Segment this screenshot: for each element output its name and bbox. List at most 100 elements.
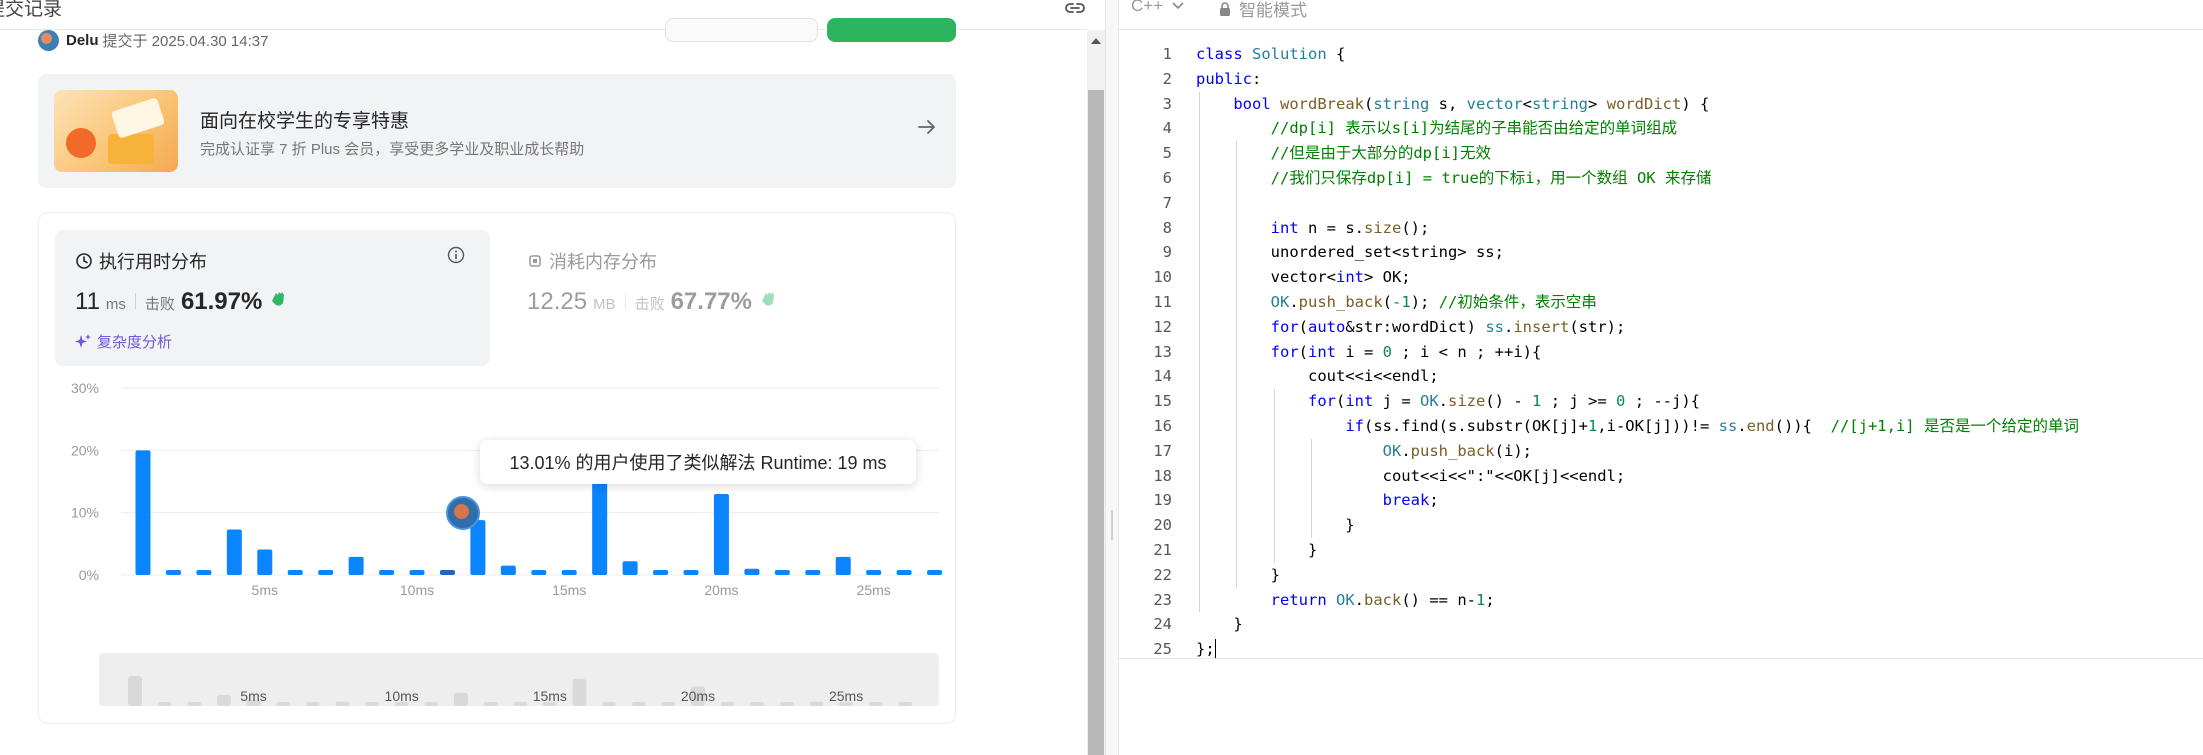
runtime-distribution-chart[interactable]: 0% 10% 20% 30% 5ms 10ms 15ms 20ms 25ms [39, 378, 957, 638]
memory-card[interactable]: 消耗内存分布 12.25 MB 击败 67.77% [527, 230, 927, 366]
editor-toolbar: C++ 智能模式 [1119, 0, 2203, 30]
code-line[interactable]: 8 int n = s.size(); [1119, 216, 2203, 241]
scrollbar-thumb[interactable] [1088, 90, 1104, 755]
chart-range-navigator[interactable]: 5ms 10ms 15ms 20ms 25ms [99, 653, 939, 706]
complexity-label: 复杂度分析 [97, 334, 173, 351]
bar-7ms[interactable] [318, 570, 334, 575]
bar-13ms[interactable] [500, 565, 516, 575]
code-line[interactable]: 15 for(int j = OK.size() - 1 ; j >= 0 ; … [1119, 389, 2203, 414]
code-line[interactable]: 21 } [1119, 538, 2203, 563]
submission-author: Delu 提交于 2025.04.30 14:37 [38, 29, 268, 51]
bar-4ms[interactable] [226, 529, 242, 575]
bar-11ms[interactable] [439, 570, 455, 575]
header-secondary-button[interactable] [665, 18, 818, 42]
code-line[interactable]: 11 OK.push_back(-1); //初始条件，表示空串 [1119, 290, 2203, 315]
indent-guide [1273, 389, 1275, 563]
bar-3ms[interactable] [196, 570, 212, 575]
code-line[interactable]: 14 cout<<i<<endl; [1119, 364, 2203, 389]
code-line[interactable]: 18 cout<<i<<":"<<OK[j]<<endl; [1119, 464, 2203, 489]
runtime-beat-label: 击败 [144, 296, 175, 313]
sparkle-icon [75, 333, 91, 350]
code-line[interactable]: 4 //dp[i] 表示以s[i]为结尾的子串能否由给定的单词组成 [1119, 116, 2203, 141]
header-primary-button[interactable] [827, 18, 956, 42]
line-number: 1 [1162, 45, 1172, 63]
language-selector[interactable]: C++ [1131, 0, 1185, 16]
bar-14ms[interactable] [531, 570, 547, 575]
bar-27ms[interactable] [927, 570, 943, 575]
minimap-bar [365, 702, 380, 706]
code-line[interactable]: 20 } [1119, 513, 2203, 538]
bar-9ms[interactable] [379, 570, 395, 575]
y-tick-label: 0% [79, 567, 99, 583]
clock-icon [75, 252, 93, 270]
runtime-title: 执行用时分布 [99, 252, 207, 272]
complexity-analysis-link[interactable]: 复杂度分析 [75, 331, 172, 352]
bar-8ms[interactable] [348, 556, 364, 575]
bar-19ms[interactable] [683, 570, 699, 575]
bar-26ms[interactable] [896, 570, 912, 575]
minimap-bar [750, 702, 765, 706]
bar-5ms[interactable] [257, 549, 273, 575]
minimap-bar [483, 702, 498, 706]
author-name[interactable]: Delu [66, 32, 99, 49]
bar-1ms[interactable] [135, 450, 151, 575]
student-promo-banner[interactable]: 面向在校学生的专享特惠 完成认证享 7 折 Plus 会员，享受更多学业及职业成… [38, 74, 956, 188]
y-tick-label: 10% [71, 505, 99, 521]
code-line[interactable]: 10 vector<int> OK; [1119, 265, 2203, 290]
code-line[interactable]: 16 if(ss.find(s.substr(OK[j]+1,i-OK[j]))… [1119, 414, 2203, 439]
code-editor[interactable]: C++ 智能模式 1 class Solution {2 public: 3 bool… [1119, 0, 2203, 755]
code-line[interactable]: 3 bool wordBreak(string s, vector<string… [1119, 92, 2203, 117]
runtime-card[interactable]: 执行用时分布 11 ms 击败 61.97% 复杂度分析 [55, 230, 490, 366]
bar-24ms[interactable] [835, 556, 851, 575]
panel-title: 提交记录 [0, 0, 63, 20]
code-line[interactable]: 7 [1119, 191, 2203, 216]
minimap-bar [128, 676, 142, 706]
bar-2ms[interactable] [165, 570, 181, 575]
pane-splitter[interactable] [1105, 0, 1119, 755]
code-area[interactable]: 1 class Solution {2 public: 3 bool wordBrea… [1119, 42, 2203, 662]
bar-17ms[interactable] [622, 561, 638, 575]
bar-20ms[interactable] [713, 493, 729, 575]
editor-mode[interactable]: 智能模式 [1219, 0, 1307, 21]
indent-guide [1310, 438, 1312, 538]
scroll-up-arrow-icon[interactable] [1091, 38, 1101, 44]
code-line[interactable]: 5 //但是由于大部分的dp[i]无效 [1119, 141, 2203, 166]
bar-10ms[interactable] [409, 570, 425, 575]
chevron-down-icon [1171, 1, 1185, 11]
my-submission-marker[interactable] [446, 496, 480, 530]
code-line[interactable]: 17 OK.push_back(i); [1119, 439, 2203, 464]
minimap-bar [216, 695, 231, 706]
code-text: unordered_set<string> ss; [1196, 243, 1504, 262]
code-line[interactable]: 9 unordered_set<string> ss; [1119, 240, 2203, 265]
bar-18ms[interactable] [653, 570, 669, 575]
code-text: //但是由于大部分的dp[i]无效 [1270, 144, 1491, 163]
arrow-right-icon[interactable] [916, 116, 938, 143]
avatar[interactable] [38, 29, 59, 51]
code-line[interactable]: 6 //我们只保存dp[i] = true的下标i，用一个数组 OK 来存储 [1119, 166, 2203, 191]
bar-25ms[interactable] [866, 570, 882, 575]
code-line[interactable]: 19 break; [1119, 488, 2203, 513]
bar-6ms[interactable] [287, 570, 303, 575]
bar-12ms[interactable] [470, 520, 486, 575]
minimap-bar [779, 702, 794, 706]
minimap-tick-label: 15ms [533, 688, 567, 704]
bar-23ms[interactable] [805, 570, 821, 575]
code-line[interactable]: 24 } [1119, 612, 2203, 637]
code-line[interactable]: 2 public: [1119, 67, 2203, 92]
code-line[interactable]: 23 return OK.back() == n-1; [1119, 588, 2203, 613]
code-line[interactable]: 12 for(auto&str:wordDict) ss.insert(str)… [1119, 315, 2203, 340]
code-line[interactable]: 13 for(int i = 0 ; i < n ; ++i){ [1119, 340, 2203, 365]
code-line[interactable]: 22 } [1119, 563, 2203, 588]
link-icon[interactable] [1064, 0, 1086, 21]
text-cursor [1214, 639, 1216, 660]
memory-beat-percent: 67.77% [670, 288, 752, 315]
bar-15ms[interactable] [561, 570, 577, 575]
line-number: 10 [1153, 268, 1172, 287]
info-icon[interactable] [447, 246, 465, 269]
panel-scrollbar[interactable] [1087, 30, 1105, 755]
bar-21ms[interactable] [744, 568, 760, 575]
code-line[interactable]: 1 class Solution { [1119, 42, 2203, 67]
minimap-bar [868, 702, 883, 706]
code-text: } [1196, 565, 1280, 584]
bar-22ms[interactable] [774, 570, 790, 575]
